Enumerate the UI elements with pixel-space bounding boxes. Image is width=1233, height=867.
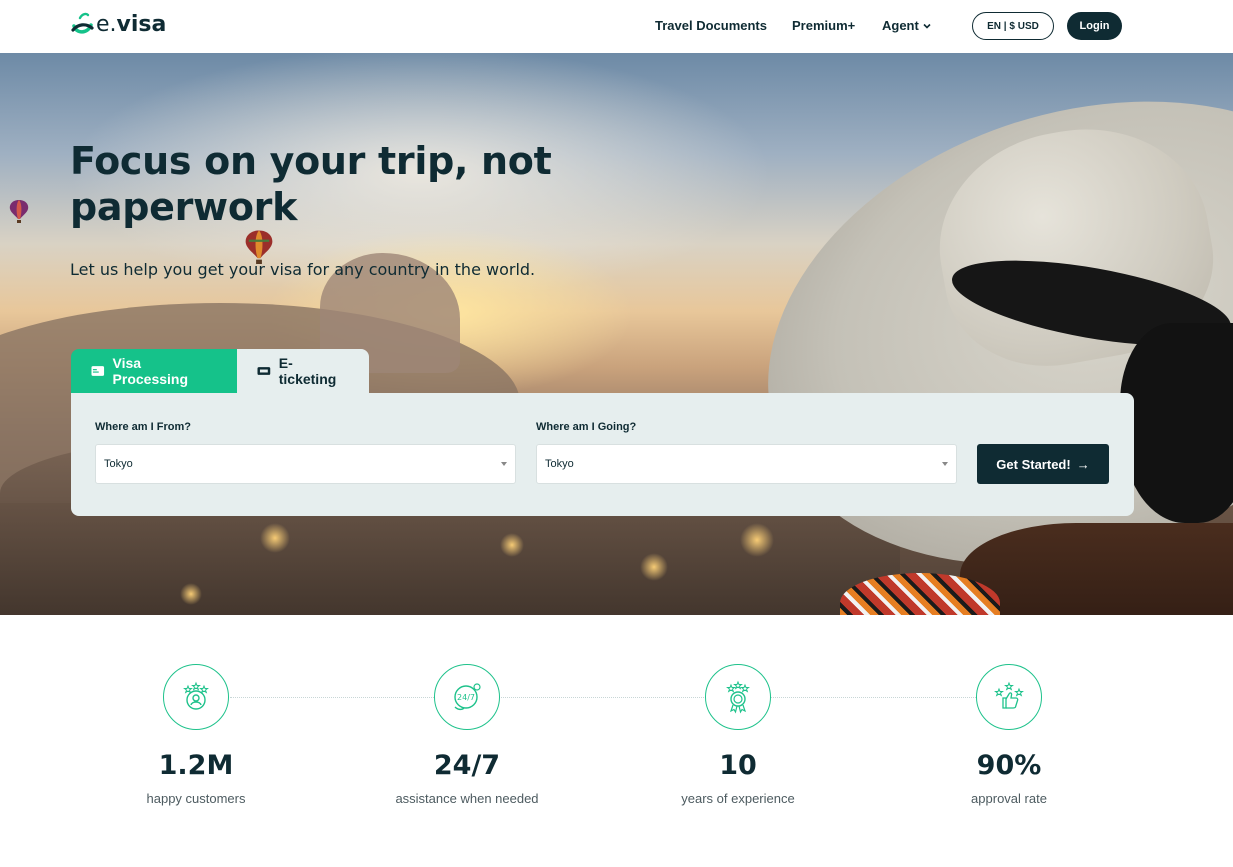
logo-text-prefix: e. <box>96 11 117 37</box>
language-currency-button[interactable]: EN | $ USD <box>972 12 1054 40</box>
from-label: Where am I From? <box>95 421 191 433</box>
tab-visa-processing[interactable]: Visa Processing <box>71 349 237 393</box>
stat-happy-customers: 1.2M happy customers <box>96 664 296 806</box>
award-medal-icon <box>726 680 750 714</box>
support-24-7-icon: 24/7 <box>454 683 481 711</box>
stat-icon-circle <box>163 664 229 730</box>
caret-down-icon <box>501 462 507 466</box>
ticket-icon <box>257 367 271 375</box>
login-button[interactable]: Login <box>1067 12 1122 40</box>
stat-assistance: 24/7 24/7 assistance when needed <box>367 664 567 806</box>
arrow-right-icon: → <box>1076 456 1090 472</box>
stat-icon-circle <box>705 664 771 730</box>
stat-value: 1.2M <box>158 750 234 781</box>
id-card-icon <box>91 366 105 376</box>
stat-approval-rate: 90% approval rate <box>909 664 1109 806</box>
site-header: e.visa Travel Documents Premium+ Agent E… <box>0 0 1233 53</box>
stat-label: years of experience <box>681 791 795 806</box>
tab-e-ticketing-label: E-ticketing <box>278 355 337 387</box>
stat-label: happy customers <box>146 791 246 806</box>
city-light <box>740 523 774 557</box>
hero-subtitle: Let us help you get your visa for any co… <box>70 260 536 279</box>
city-light <box>180 583 202 605</box>
get-started-button[interactable]: Get Started! → <box>977 444 1109 484</box>
nav-premium[interactable]: Premium+ <box>792 18 855 33</box>
tab-e-ticketing[interactable]: E-ticketing <box>237 349 369 393</box>
stat-icon-circle: 24/7 <box>434 664 500 730</box>
customers-stars-icon <box>183 681 209 710</box>
nav-travel-documents[interactable]: Travel Documents <box>655 18 767 33</box>
nav-agent-label: Agent <box>882 18 919 33</box>
woman-hair <box>960 523 1233 615</box>
stat-value: 10 <box>719 750 757 781</box>
svg-text:24/7: 24/7 <box>457 693 475 702</box>
caret-down-icon <box>942 462 948 466</box>
stats-connector-line <box>230 697 1006 698</box>
thumbs-up-stars-icon <box>994 681 1024 709</box>
stat-label: approval rate <box>971 791 1047 806</box>
logo[interactable]: e.visa <box>70 10 166 38</box>
to-country-value: Tokyo <box>545 458 574 470</box>
stat-icon-circle <box>976 664 1042 730</box>
city-light <box>260 523 290 553</box>
hero-section: Focus on your trip, not paperwork Let us… <box>0 53 1233 615</box>
to-label: Where am I Going? <box>536 421 637 433</box>
city-light <box>500 533 524 557</box>
logo-text-main: visa <box>116 11 167 37</box>
nav-agent[interactable]: Agent <box>882 18 932 33</box>
stat-value: 90% <box>976 750 1042 781</box>
logo-text: e.visa <box>96 12 166 37</box>
stat-label: assistance when needed <box>395 791 539 806</box>
visa-search-form: Where am I From? Tokyo Where am I Going?… <box>71 393 1134 516</box>
stat-experience: 10 years of experience <box>638 664 838 806</box>
logo-icon <box>71 12 94 34</box>
from-country-select[interactable]: Tokyo <box>95 444 516 484</box>
from-country-value: Tokyo <box>104 458 133 470</box>
hot-air-balloon-icon <box>9 200 29 223</box>
chevron-down-icon <box>923 23 931 29</box>
get-started-label: Get Started! <box>996 456 1071 472</box>
city-light <box>640 553 668 581</box>
stat-value: 24/7 <box>433 750 501 781</box>
tab-visa-processing-label: Visa Processing <box>112 355 189 387</box>
hero-title: Focus on your trip, not paperwork <box>70 139 552 230</box>
to-country-select[interactable]: Tokyo <box>536 444 957 484</box>
